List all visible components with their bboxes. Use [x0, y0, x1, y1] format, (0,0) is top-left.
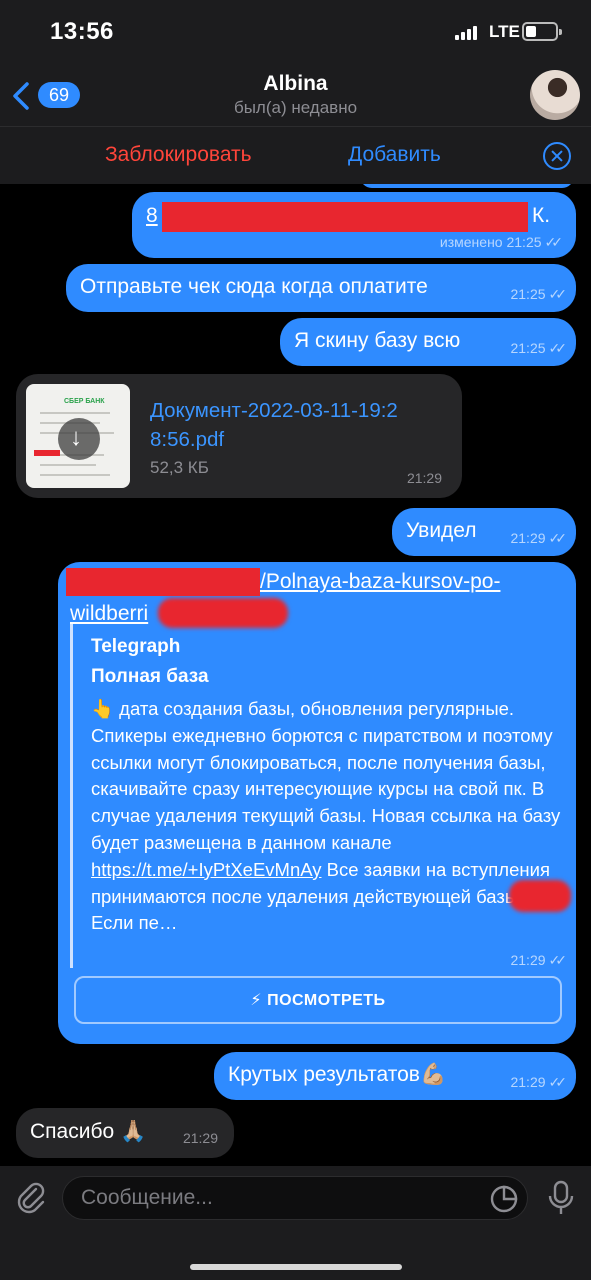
message-meta: изменено 21:25 ✓✓	[439, 234, 564, 251]
message-text-end: К.	[532, 204, 551, 227]
message-text: Спасибо 🙏🏼	[30, 1120, 146, 1144]
message-bubble[interactable]: Увидел 21:29 ✓✓	[392, 508, 576, 556]
double-check-icon: ✓✓	[548, 340, 568, 356]
link-message-bubble[interactable]: /Polnaya-baza-kursov-po- wildberri Teleg…	[58, 562, 576, 1044]
preview-site-name: Telegraph	[91, 636, 181, 657]
message-time: 21:25	[510, 340, 546, 356]
preview-description: 👆 дата создания базы, обновления регуляр…	[91, 696, 561, 937]
double-check-icon: ✓✓	[548, 530, 568, 546]
link-text[interactable]: wildberri	[70, 602, 148, 626]
battery-icon	[522, 22, 562, 41]
folded-hands-emoji: 🙏🏼	[120, 1120, 147, 1143]
status-bar: 13:56 LTE	[0, 0, 591, 62]
message-text: Отправьте чек сюда когда оплатите	[80, 275, 428, 298]
paperclip-icon[interactable]	[14, 1180, 48, 1214]
double-check-icon: ✓✓	[544, 234, 564, 250]
message-bubble[interactable]: Крутых результатов💪🏼 21:29 ✓✓	[214, 1052, 576, 1100]
message-meta: 21:29	[407, 470, 442, 486]
preview-title: Полная база	[91, 666, 209, 687]
message-text: Я скину базу всю	[294, 329, 461, 352]
message-text: Крутых результатов💪🏼	[228, 1063, 446, 1087]
redaction-bar	[34, 450, 60, 456]
block-button[interactable]: Заблокировать	[105, 143, 252, 167]
message-input[interactable]	[62, 1176, 528, 1220]
document-thumbnail[interactable]: СБЕР БАНК ↓	[26, 384, 130, 488]
message-bubble[interactable]: Спасибо 🙏🏼 21:29	[16, 1108, 234, 1158]
view-button-label: ⚡ ПОСМОТРЕТЬ	[250, 992, 386, 1009]
file-name[interactable]: Документ-2022-03-11-19:2 8:56.pdf	[150, 396, 398, 454]
file-name-line: 8:56.pdf	[150, 428, 225, 451]
double-check-icon: ✓✓	[548, 286, 568, 302]
double-check-icon: ✓✓	[548, 1074, 568, 1090]
message-meta: 21:25 ✓✓	[510, 340, 568, 357]
redaction-bar	[162, 202, 528, 232]
microphone-icon[interactable]	[546, 1180, 576, 1216]
link-text[interactable]: /Polnaya-baza-kursov-po-	[260, 570, 500, 594]
message-bubble[interactable]: Я скину базу всю 21:25 ✓✓	[280, 318, 576, 366]
message-bubble[interactable]: Отправьте чек сюда когда оплатите 21:25 ✓…	[66, 264, 576, 312]
redaction-blob	[509, 880, 571, 912]
message-time: 21:29	[406, 470, 442, 486]
add-contact-button[interactable]: Добавить	[348, 143, 441, 167]
message-bubble[interactable]: 8 К. изменено 21:25 ✓✓	[132, 192, 576, 258]
close-circle-icon[interactable]	[543, 142, 571, 170]
network-label: LTE	[489, 22, 520, 41]
message-text-content: Крутых результатов	[228, 1063, 420, 1086]
message-meta: 21:25 ✓✓	[510, 286, 568, 303]
message-meta: 21:29	[183, 1130, 218, 1146]
status-time: 13:56	[50, 18, 114, 45]
preview-link[interactable]: https://t.me/+IyPtXeEvMnAy	[91, 859, 322, 880]
sticker-icon[interactable]	[490, 1185, 518, 1213]
file-message-bubble[interactable]: СБЕР БАНК ↓ Документ-2022-03-11-19:2 8:5…	[16, 374, 462, 498]
view-button[interactable]: ⚡ ПОСМОТРЕТЬ	[74, 976, 562, 1024]
download-arrow-icon: ↓	[70, 424, 82, 451]
composer-bar	[0, 1166, 591, 1280]
file-size: 52,3 КБ	[150, 458, 209, 477]
chat-title[interactable]: Albina	[0, 72, 591, 96]
contact-action-bar: Заблокировать Добавить	[0, 126, 591, 184]
file-name-line: Документ-2022-03-11-19:2	[150, 399, 398, 422]
home-indicator	[190, 1264, 402, 1270]
redaction-bar	[66, 568, 260, 596]
link-preview[interactable]: Telegraph Полная база 👆 дата создания ба…	[70, 624, 571, 968]
download-button[interactable]: ↓	[58, 418, 100, 460]
pointing-up-emoji: 👆	[91, 698, 115, 719]
message-time: 21:29	[510, 1074, 546, 1090]
message-text: Увидел	[406, 519, 477, 542]
flexed-biceps-emoji: 💪🏼	[419, 1063, 447, 1086]
last-seen-status: был(а) недавно	[233, 98, 358, 117]
message-time: 21:29	[510, 530, 546, 546]
message-time: 21:25	[510, 286, 546, 302]
message-text-content: Спасибо	[30, 1120, 115, 1143]
double-check-icon: ✓✓	[548, 952, 568, 968]
bank-logo: СБЕР БАНК	[64, 398, 105, 405]
message-bubble-partial	[360, 184, 574, 188]
message-time: 21:29	[510, 952, 546, 968]
chat-header: 69 Albina был(а) недавно	[0, 62, 591, 126]
message-meta: 21:29 ✓✓	[510, 530, 568, 547]
message-time: 21:29	[182, 1130, 218, 1146]
avatar[interactable]	[530, 70, 580, 120]
edited-label: изменено	[439, 234, 503, 250]
message-text: 8	[146, 204, 158, 227]
message-time: 21:25	[506, 234, 542, 250]
preview-text: дата создания базы, обновления регулярны…	[91, 698, 561, 853]
signal-icon	[455, 26, 481, 40]
message-meta: 21:29 ✓✓	[510, 952, 568, 969]
message-list[interactable]: 8 К. изменено 21:25 ✓✓ Отправьте чек сюда…	[0, 184, 591, 1166]
message-meta: 21:29 ✓✓	[510, 1074, 568, 1091]
